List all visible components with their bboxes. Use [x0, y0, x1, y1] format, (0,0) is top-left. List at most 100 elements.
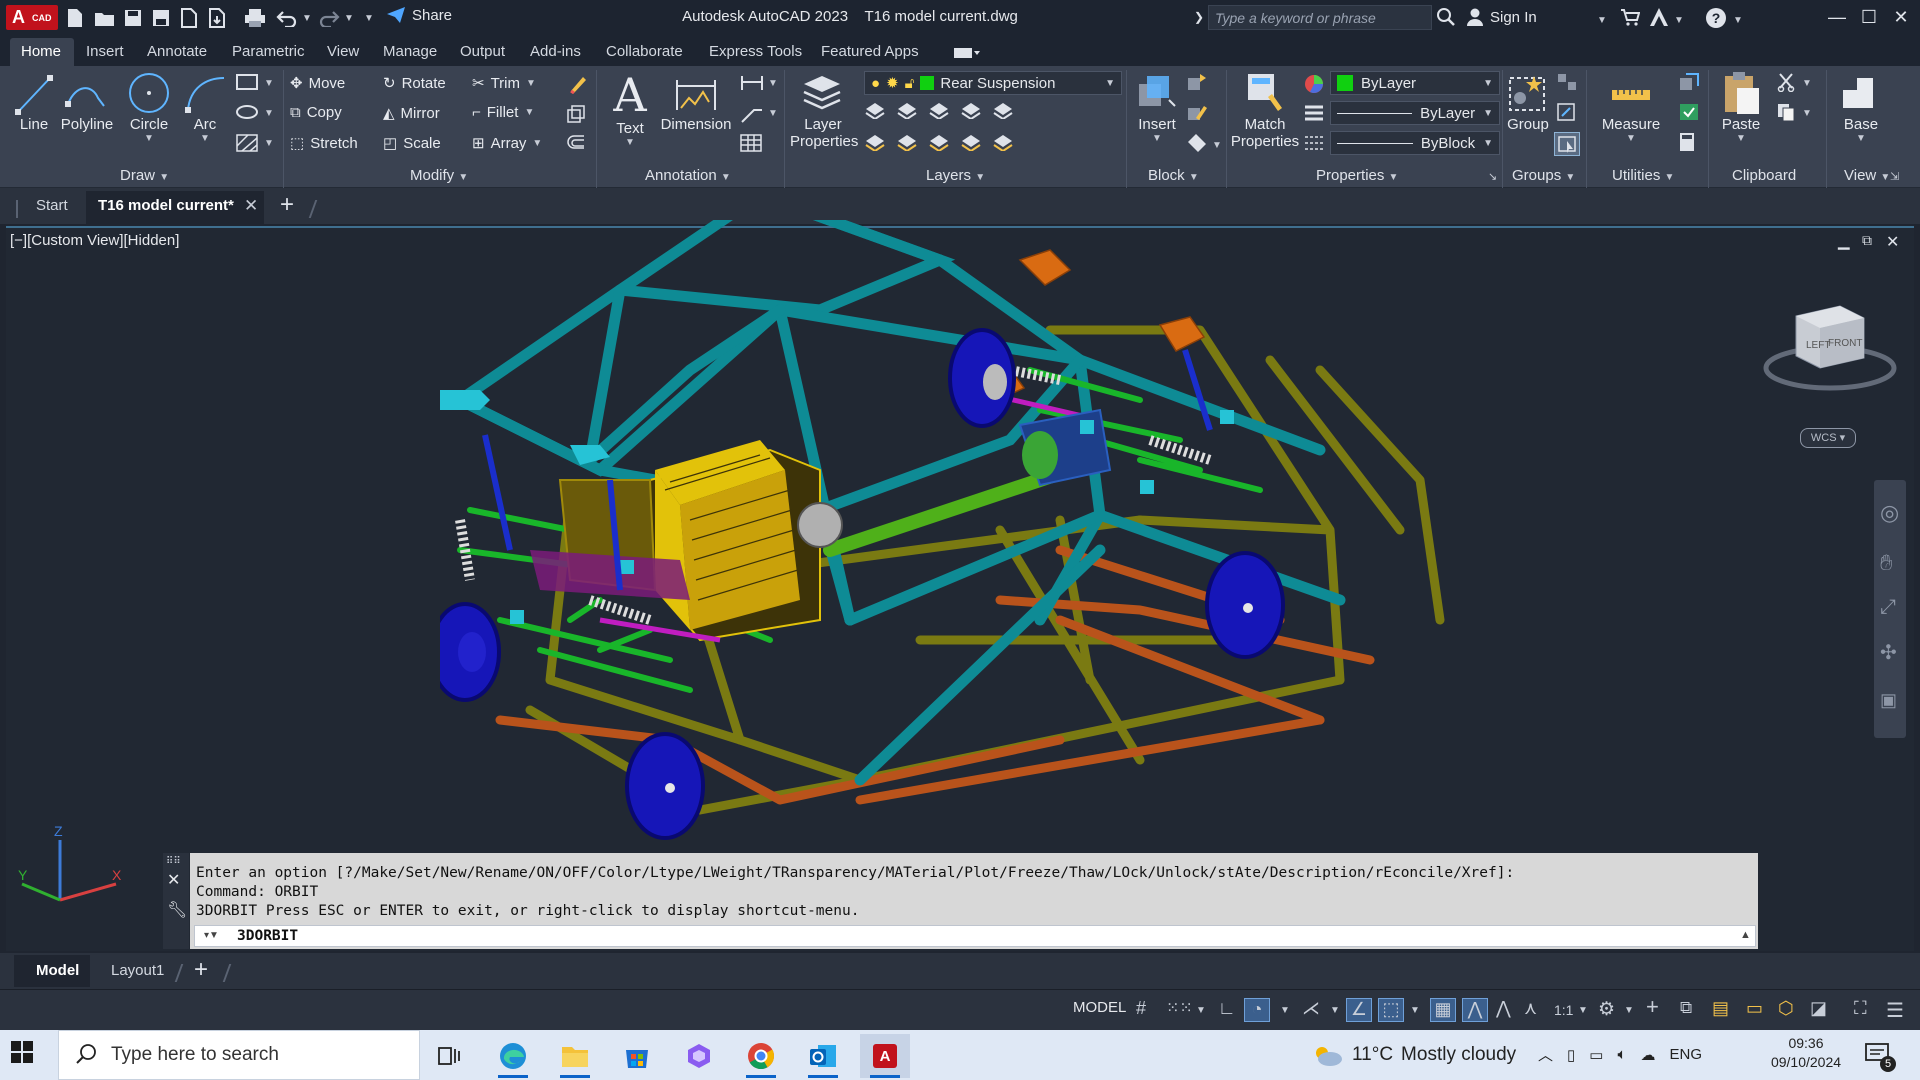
- layer-freeze-icon[interactable]: [928, 101, 950, 119]
- modify-panel-title[interactable]: Modify ▼: [410, 167, 468, 184]
- object-snap-tracking-icon[interactable]: ∠: [1346, 998, 1372, 1022]
- arc-dropdown-icon[interactable]: ▼: [182, 133, 228, 144]
- polyline-button[interactable]: Polyline: [60, 72, 114, 133]
- polar-tracking-icon[interactable]: ◔: [1244, 998, 1270, 1022]
- linear-dimension-dropdown-icon[interactable]: ▼: [768, 78, 778, 89]
- ungroup-icon[interactable]: [1556, 72, 1578, 92]
- leader-icon[interactable]: [740, 104, 764, 124]
- dimension-button[interactable]: Dimension: [658, 72, 734, 133]
- search-icon[interactable]: [1436, 7, 1456, 27]
- ellipse-icon[interactable]: [236, 104, 258, 120]
- layer-off-icon[interactable]: [864, 101, 886, 119]
- snap-mode-icon[interactable]: ⁙⁙: [1166, 998, 1193, 1018]
- leader-dropdown-icon[interactable]: ▼: [768, 108, 778, 119]
- command-input[interactable]: 3DORBIT: [194, 925, 1756, 947]
- paste-button[interactable]: Paste ▼: [1716, 70, 1766, 144]
- outlook-icon[interactable]: [798, 1034, 848, 1078]
- layer-dropdown[interactable]: ● ✹ 🔓︎ Rear Suspension ▼: [864, 71, 1122, 95]
- doc-tab-start[interactable]: Start: [36, 197, 68, 214]
- new-file-icon[interactable]: [66, 7, 84, 29]
- layer-lock-icon[interactable]: [960, 101, 982, 119]
- pan-hand-icon[interactable]: ✋︎: [1880, 550, 1893, 576]
- open-web-icon[interactable]: [180, 7, 198, 29]
- color-dropdown[interactable]: ByLayer ▼: [1330, 71, 1500, 95]
- help-dropdown-icon[interactable]: ▼: [1733, 10, 1743, 27]
- linear-dimension-icon[interactable]: [740, 74, 764, 92]
- object-snap-icon[interactable]: ⬚: [1378, 998, 1404, 1022]
- ortho-mode-icon[interactable]: ∟: [1218, 998, 1236, 1019]
- sign-in-dropdown-icon[interactable]: ▼: [1597, 10, 1607, 27]
- move-button[interactable]: ✥ Move: [290, 74, 345, 93]
- help-search-input[interactable]: Type a keyword or phrase: [1208, 5, 1432, 30]
- viewport-close-icon[interactable]: ✕: [1886, 232, 1899, 252]
- annotation-scale-value[interactable]: 1:1: [1554, 1002, 1573, 1018]
- color-wheel-icon[interactable]: [1304, 74, 1324, 94]
- tab-view[interactable]: View: [327, 43, 359, 60]
- cut-dropdown-icon[interactable]: ▼: [1802, 78, 1812, 89]
- base-view-button[interactable]: Base ▼: [1836, 70, 1886, 144]
- view-panel-title[interactable]: View ▼: [1844, 167, 1890, 184]
- language-indicator[interactable]: ENG: [1669, 1046, 1702, 1063]
- scale-dropdown-icon[interactable]: ▼: [1578, 1005, 1588, 1016]
- wcs-menu[interactable]: WCS ▾: [1800, 428, 1856, 448]
- steering-wheel-icon[interactable]: ◎: [1880, 500, 1899, 526]
- copy-clip-dropdown-icon[interactable]: ▼: [1802, 108, 1812, 119]
- close-tab-icon[interactable]: ✕: [244, 196, 258, 216]
- taskbar-search-box[interactable]: Type here to search: [58, 1030, 420, 1080]
- rectangle-dropdown-icon[interactable]: ▼: [264, 78, 274, 89]
- tab-layout1[interactable]: Layout1: [111, 962, 164, 979]
- utilities-panel-title[interactable]: Utilities ▼: [1612, 167, 1674, 184]
- chassis-3d-model[interactable]: [440, 220, 1580, 850]
- units-icon[interactable]: ⧉: [1680, 998, 1692, 1018]
- isodraft-dropdown-icon[interactable]: ▼: [1330, 1005, 1340, 1016]
- autocad-taskbar-icon[interactable]: A: [860, 1034, 910, 1078]
- annotation-scale-icon[interactable]: ⋏: [1524, 998, 1537, 1019]
- tab-featured-apps[interactable]: Featured Apps: [821, 43, 919, 60]
- mirror-button[interactable]: ◭ Mirror: [383, 104, 440, 123]
- scale-button[interactable]: ◰ Scale: [383, 134, 441, 153]
- stretch-button[interactable]: ⬚ Stretch: [290, 134, 358, 153]
- redo-icon[interactable]: [318, 7, 340, 29]
- auto-scale-icon[interactable]: ⋀: [1496, 998, 1511, 1019]
- edit-block-icon[interactable]: [1186, 102, 1208, 122]
- properties-dialog-launcher-icon[interactable]: ↘: [1488, 170, 1497, 183]
- polar-dropdown-icon[interactable]: ▼: [1280, 1005, 1290, 1016]
- group-button[interactable]: Group: [1504, 70, 1552, 133]
- save-web-icon[interactable]: [208, 7, 226, 29]
- snap-dropdown-icon[interactable]: ▼: [1196, 1005, 1206, 1016]
- fillet-button[interactable]: ⌐ Fillet ▼: [472, 104, 534, 121]
- hatch-dropdown-icon[interactable]: ▼: [264, 138, 274, 149]
- customization-menu-icon[interactable]: ☰: [1886, 998, 1904, 1023]
- line-button[interactable]: Line: [12, 72, 56, 133]
- customize-qat-icon[interactable]: ▼: [364, 7, 374, 29]
- layer-make-current-icon[interactable]: [992, 101, 1014, 119]
- windows-start-icon[interactable]: [10, 1040, 34, 1064]
- copilot-app-icon[interactable]: [674, 1034, 724, 1078]
- ellipse-dropdown-icon[interactable]: ▼: [264, 108, 274, 119]
- arc-button[interactable]: Arc ▼: [182, 72, 228, 144]
- edit-attributes-dropdown-icon[interactable]: ▼: [1212, 140, 1222, 151]
- ribbon-display-toggle-icon[interactable]: [954, 47, 980, 59]
- lineweight-dropdown[interactable]: ByBlock ▼: [1330, 131, 1500, 155]
- showmotion-icon[interactable]: ▣: [1880, 690, 1897, 711]
- share-button[interactable]: Share: [386, 6, 452, 24]
- base-dropdown-icon[interactable]: ▼: [1836, 133, 1886, 144]
- command-grip-dots-icon[interactable]: ⠿⠿: [166, 856, 181, 867]
- recent-commands-dropdown-icon[interactable]: ▾▼: [204, 930, 219, 941]
- annotation-monitor-plus-icon[interactable]: +: [1646, 994, 1659, 1020]
- model-space-toggle[interactable]: MODEL: [1073, 999, 1126, 1016]
- ribbon-panel-overflow-icon[interactable]: ⇲: [1890, 170, 1899, 183]
- quick-properties-icon[interactable]: ▤: [1712, 998, 1729, 1019]
- redo-dropdown-icon[interactable]: ▼: [344, 7, 354, 29]
- paste-dropdown-icon[interactable]: ▼: [1716, 133, 1766, 144]
- edit-attributes-icon[interactable]: [1186, 132, 1208, 152]
- layer-properties-button[interactable]: Layer Properties: [790, 70, 858, 150]
- new-layout-plus-icon[interactable]: +: [194, 956, 208, 984]
- undo-dropdown-icon[interactable]: ▼: [302, 7, 312, 29]
- groups-panel-title[interactable]: Groups ▼: [1512, 167, 1575, 184]
- table-icon[interactable]: [740, 134, 762, 152]
- create-block-icon[interactable]: [1186, 72, 1208, 92]
- copy-button[interactable]: ⧉ Copy: [290, 104, 342, 121]
- group-edit-icon[interactable]: [1556, 102, 1578, 122]
- calculator-icon[interactable]: [1678, 132, 1696, 152]
